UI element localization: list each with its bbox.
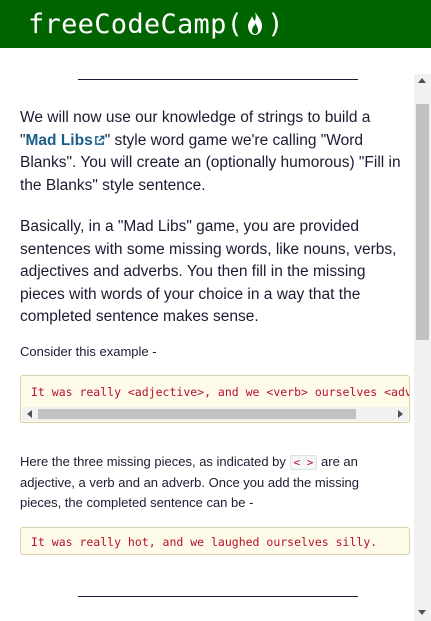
missing-pieces-prefix: Here the three missing pieces, as indica… <box>20 454 290 469</box>
scroll-down-icon[interactable] <box>418 610 426 615</box>
intro-paragraph: We will now use our knowledge of strings… <box>20 107 410 197</box>
angle-brackets-code: < > <box>289 455 318 470</box>
navbar: freeCodeCamp( ) <box>0 0 431 48</box>
brand-text: freeCodeCamp <box>28 8 227 40</box>
vertical-scrollbar[interactable] <box>414 74 431 621</box>
scrollbar-thumb[interactable] <box>416 104 429 340</box>
basics-paragraph: Basically, in a "Mad Libs" game, you are… <box>20 218 397 325</box>
freecodecamp-logo[interactable]: freeCodeCamp( ) <box>28 9 284 40</box>
horizontal-scrollbar-thumb[interactable] <box>38 409 356 419</box>
example-label: Consider this example - <box>20 344 157 359</box>
missing-pieces-paragraph: Here the three missing pieces, as indica… <box>20 452 400 513</box>
flame-icon <box>248 12 263 35</box>
mad-libs-link-text: Mad Libs <box>25 131 93 149</box>
completed-sentence-code: It was really hot, and we laughed oursel… <box>31 535 378 549</box>
divider-top <box>78 79 358 80</box>
example-code-block[interactable]: It was really <adjective>, and we <verb>… <box>20 375 410 423</box>
scroll-up-icon[interactable] <box>418 78 426 83</box>
example-code: It was really <adjective>, and we <verb>… <box>31 385 410 399</box>
brand-paren-close: ) <box>267 8 284 40</box>
external-link-icon <box>94 135 105 145</box>
mad-libs-link[interactable]: Mad Libs <box>26 132 105 149</box>
completed-sentence-code-block: It was really hot, and we laughed oursel… <box>20 527 410 555</box>
scroll-right-icon[interactable] <box>398 410 403 418</box>
divider-bottom <box>78 596 358 597</box>
scroll-left-icon[interactable] <box>27 410 32 418</box>
horizontal-scrollbar[interactable] <box>22 407 408 421</box>
brand-paren-open: ( <box>226 8 244 40</box>
